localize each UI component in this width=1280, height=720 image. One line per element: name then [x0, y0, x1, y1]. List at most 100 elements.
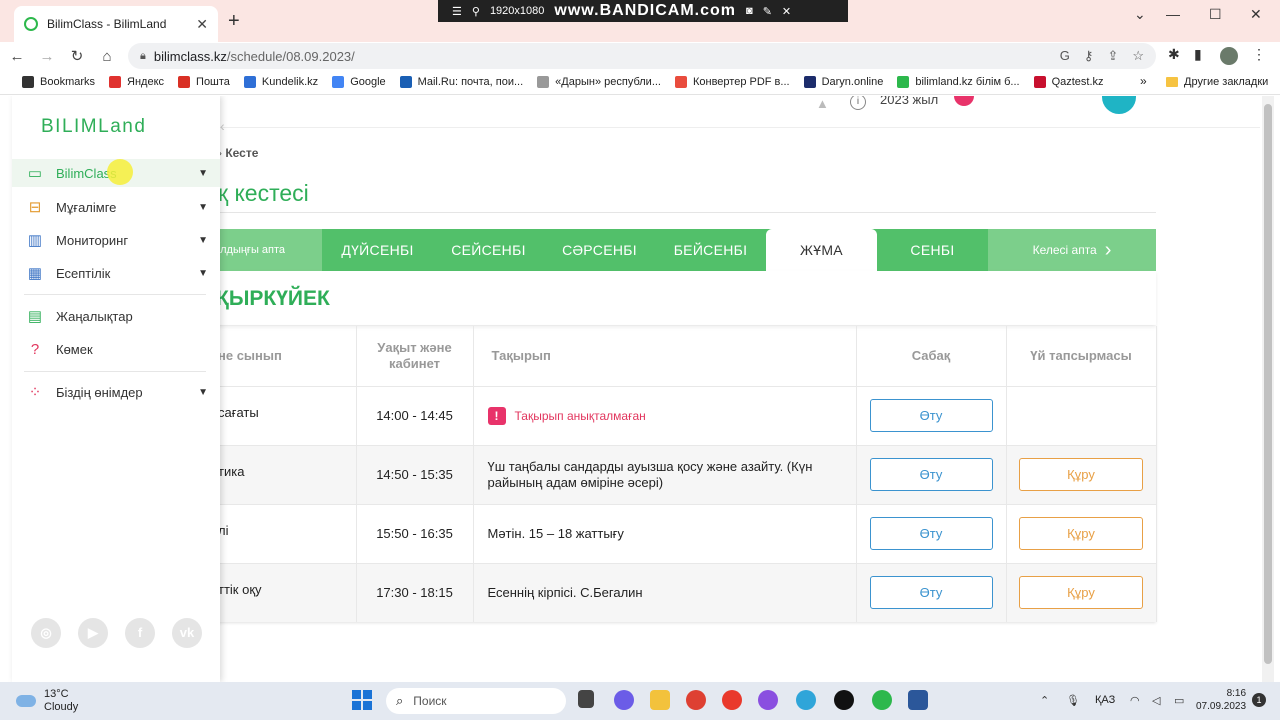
bookmark-item[interactable]: Пошта [178, 76, 230, 88]
topic-cell: Есеннің кірпісі. С.Бегалин [473, 562, 857, 622]
bookmark-item[interactable]: Daryn.online [803, 76, 883, 88]
minimize-icon[interactable]: — [1166, 6, 1180, 22]
extensions-icon[interactable]: ✱ [1168, 46, 1180, 63]
windows-start-icon[interactable] [352, 690, 372, 710]
lesson-cell: Өту [856, 385, 1007, 445]
day-tab[interactable]: СЕЙСЕНБІ [433, 242, 544, 258]
bookmark-item[interactable]: Конвертер PDF в... [674, 76, 790, 88]
page-scrollbar[interactable] [1262, 96, 1274, 682]
day-tab[interactable]: ЖҰМА [766, 229, 877, 271]
lock-icon[interactable]: 🔒︎ [140, 50, 146, 63]
browser-menu-icon[interactable]: ⋮ [1252, 46, 1266, 63]
taskbar-search[interactable]: ⌕ Поиск [386, 688, 566, 714]
notification-badge[interactable] [954, 96, 974, 106]
go-to-lesson-button[interactable]: Өту [869, 399, 993, 432]
bookmark-item[interactable]: Яндекс [109, 76, 164, 88]
volume-icon[interactable]: ◁ [1152, 694, 1160, 707]
instagram-icon[interactable]: ◎ [31, 618, 61, 648]
yandex-browser-icon[interactable] [722, 690, 742, 710]
sidebar-item[interactable]: ▦ Есептілік ▼ [12, 259, 220, 287]
day-tab[interactable]: СӘРСЕНБІ [544, 242, 655, 258]
menu-icon[interactable]: ☰ [452, 5, 462, 18]
go-to-lesson-button[interactable]: Өту [869, 517, 993, 550]
create-homework-button[interactable]: Құру [1019, 576, 1143, 610]
scrollbar-thumb[interactable] [1264, 104, 1272, 664]
bookmark-label: «Дарын» республи... [555, 76, 661, 88]
reload-icon[interactable]: ↻ [64, 47, 90, 65]
sidebar-item[interactable]: ▤ Жаңалықтар [12, 302, 220, 330]
youtube-icon[interactable]: ▶ [78, 618, 108, 648]
teams-icon[interactable] [614, 690, 634, 710]
bilimland-logo[interactable]: BILIMLand [41, 116, 146, 138]
chrome-icon[interactable] [686, 690, 706, 710]
chrome-active-icon[interactable] [872, 690, 892, 710]
battery-icon[interactable]: ▭ [1174, 694, 1184, 707]
new-tab-icon[interactable]: + [228, 10, 240, 33]
sidebar-item[interactable]: ▥ Мониторинг ▼ [12, 226, 220, 254]
task-view-icon[interactable] [578, 690, 594, 708]
vk-icon[interactable]: vk [172, 618, 202, 648]
home-icon[interactable]: ⌂ [94, 48, 120, 65]
more-bookmarks-icon[interactable]: » [1140, 74, 1147, 88]
create-homework-button[interactable]: Құру [1019, 458, 1143, 491]
microphone-icon[interactable]: 🎙︎ [1066, 694, 1080, 707]
bookmark-star-icon[interactable]: ☆ [1132, 48, 1144, 64]
share-icon[interactable]: ⇪ [1107, 48, 1118, 64]
prev-week-button[interactable]: алдыңғы апта [210, 229, 322, 271]
show-hidden-icons[interactable]: ⌃ [1040, 694, 1049, 707]
profile-avatar[interactable] [1220, 47, 1238, 65]
tab-search-icon[interactable]: ⌄ [1134, 6, 1146, 23]
day-tab[interactable]: БЕЙСЕНБІ [655, 242, 766, 258]
sidebar-item[interactable]: ⊟ Мұғалімге ▼ [12, 193, 220, 221]
bookmark-item[interactable]: Google [332, 76, 386, 88]
system-clock[interactable]: 8:16 07.09.2023 [1196, 687, 1246, 713]
wifi-icon[interactable]: ◠ [1130, 694, 1140, 707]
side-panel-icon[interactable]: ▮ [1194, 46, 1202, 63]
go-to-lesson-button[interactable]: Өту [869, 576, 993, 610]
edge-icon[interactable] [796, 690, 816, 710]
address-bar[interactable]: 🔒︎ bilimclass.kz/schedule/08.09.2023/ G … [128, 43, 1156, 69]
bookmark-item[interactable]: Kundelik.kz [243, 76, 318, 88]
pin-icon[interactable]: ⚲ [472, 5, 480, 18]
browser-tab[interactable]: BilimClass - BilimLand ✕ [14, 6, 218, 42]
bookmark-item[interactable]: «Дарын» республи... [537, 76, 661, 88]
user-avatar[interactable] [1102, 96, 1136, 114]
close-window-icon[interactable]: ✕ [1250, 6, 1262, 23]
weather-widget[interactable]: 13°C Cloudy [16, 688, 78, 714]
collapse-sidebar-icon[interactable]: ‹ [220, 118, 225, 134]
topic-text: Мәтін. 15 – 18 жаттығу [487, 525, 624, 541]
day-tab[interactable]: ДҮЙСЕНБІ [322, 242, 433, 258]
notification-count[interactable]: 1 [1252, 693, 1266, 707]
sidebar-item[interactable]: ⁘ Біздің өнімдер ▼ [12, 378, 220, 406]
camera-icon[interactable]: ◙ [746, 5, 753, 17]
sidebar-item[interactable]: ? Көмек [12, 335, 220, 363]
file-explorer-icon[interactable] [650, 690, 670, 710]
bookmark-item[interactable]: bilimland.kz білім б... [897, 76, 1020, 88]
close-recorder-icon[interactable]: ✕ [782, 5, 791, 18]
pencil-icon[interactable]: ✎ [763, 5, 772, 18]
word-icon[interactable] [908, 690, 928, 710]
close-tab-icon[interactable]: ✕ [196, 16, 208, 33]
google-icon[interactable]: G [1060, 48, 1070, 64]
create-homework-button[interactable]: Құру [1019, 517, 1143, 550]
input-language[interactable]: ҚАЗ [1095, 694, 1115, 706]
topic-cell: ! Тақырып анықталмаған [473, 385, 857, 445]
bookmark-label: Яндекс [127, 76, 165, 88]
key-icon[interactable]: ⚷ [1084, 48, 1094, 64]
forward-icon[interactable]: → [34, 48, 60, 65]
year-selector[interactable]: 2023 жыл [880, 96, 938, 107]
bookmark-item[interactable]: Qaztest.kz [1033, 76, 1104, 88]
go-to-lesson-button[interactable]: Өту [869, 458, 993, 491]
alice-icon[interactable] [758, 690, 778, 710]
info-icon[interactable]: i [850, 96, 866, 110]
bookmark-item[interactable]: Mail.Ru: почта, пои... [399, 76, 523, 88]
maximize-icon[interactable]: ☐ [1209, 6, 1222, 23]
day-tab[interactable]: СЕНБІ [877, 242, 988, 258]
back-icon[interactable]: ← [4, 48, 30, 65]
next-week-button[interactable]: Келесі апта › [988, 229, 1156, 271]
other-bookmarks-folder[interactable]: Другие закладки [1166, 76, 1268, 88]
bell-icon[interactable]: ▲ [816, 96, 829, 111]
bandicam-icon[interactable] [834, 690, 854, 710]
facebook-icon[interactable]: f [125, 618, 155, 648]
bookmark-item[interactable]: Bookmarks [22, 76, 95, 88]
